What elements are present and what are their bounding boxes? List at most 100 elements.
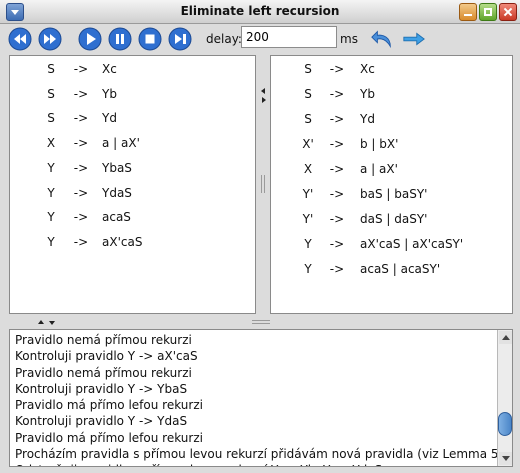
rule-row: X -> a | aX' xyxy=(10,136,255,152)
rule-arrow: -> xyxy=(329,87,345,101)
fast-forward-icon xyxy=(38,27,62,51)
undo-arrow-icon xyxy=(371,30,391,49)
rule-arrow: -> xyxy=(329,262,345,276)
log-line: Pravidlo má přímo lefou rekurzi xyxy=(15,430,203,445)
rule-row: Y -> aX'caS xyxy=(10,235,255,251)
next-step-button[interactable] xyxy=(402,27,428,51)
rule-lhs: S xyxy=(47,86,55,101)
rule-lhs: X' xyxy=(302,137,314,151)
rule-lhs: Y xyxy=(304,262,312,276)
rule-row: S -> Yb xyxy=(10,87,255,103)
scroll-thumb[interactable] xyxy=(498,412,512,436)
title-bar: Eliminate left recursion xyxy=(0,0,520,24)
rule-lhs: Y xyxy=(47,210,55,225)
close-button[interactable] xyxy=(499,3,517,21)
rule-rhs: acaS | acaSY' xyxy=(360,262,441,276)
rule-rhs: Yb xyxy=(102,86,117,101)
log-line: Pravidlo má přímo lefou rekurzi xyxy=(15,398,203,413)
rule-row: Y' -> daS | daSY' xyxy=(271,212,512,228)
rule-row: Y -> acaS | acaSY' xyxy=(271,262,512,278)
undo-button[interactable] xyxy=(370,27,396,51)
fast-forward-button[interactable] xyxy=(38,27,62,51)
window-title: Eliminate left recursion xyxy=(180,4,340,18)
rule-rhs: a | aX' xyxy=(360,162,398,176)
log-line: Procházím pravidla s přímou levou rekurz… xyxy=(15,447,513,462)
rule-arrow: -> xyxy=(73,86,89,101)
skip-end-button[interactable] xyxy=(168,27,192,51)
pause-button[interactable] xyxy=(108,27,132,51)
scroll-up-icon[interactable] xyxy=(499,331,512,344)
original-grammar-panel: S -> Xc S -> Yb S -> Yd X -> a | aX' Y -> YbaS Y -> YdaS Y… xyxy=(9,55,256,314)
rule-lhs: Y' xyxy=(302,187,314,201)
splitter-grip-icon xyxy=(252,320,270,324)
rule-rhs: aX'caS xyxy=(102,234,143,249)
rule-rhs: Xc xyxy=(102,62,117,76)
rewind-icon xyxy=(8,27,32,51)
rule-row: Y -> YbaS xyxy=(10,161,255,177)
rule-lhs: S xyxy=(47,111,55,126)
rule-lhs: X xyxy=(46,136,56,151)
rule-arrow: -> xyxy=(73,62,89,76)
play-button[interactable] xyxy=(78,27,102,51)
rule-arrow: -> xyxy=(73,234,89,249)
rule-rhs: acaS xyxy=(102,210,131,225)
rule-rhs: baS | baSY' xyxy=(360,187,428,201)
rule-lhs: S xyxy=(47,62,55,76)
rule-row: S -> Yd xyxy=(271,112,512,128)
stop-button[interactable] xyxy=(138,27,162,51)
rule-row: Y' -> baS | baSY' xyxy=(271,187,512,203)
rewind-button[interactable] xyxy=(8,27,32,51)
splitter-grip-icon xyxy=(261,175,265,193)
log-line: Odstraňuji pravidla s přímou levou rekur… xyxy=(15,462,495,466)
rule-lhs: S xyxy=(304,112,312,126)
log-line: Kontroluji pravidlo Y -> YbaS xyxy=(15,381,188,396)
log-line: Pravidlo nemá přímou rekurzi xyxy=(15,333,192,347)
collapse-left-icon[interactable] xyxy=(261,88,265,94)
log-line: Kontroluji pravidlo Y -> aX'caS xyxy=(15,349,198,364)
rule-rhs: aX'caS | aX'caSY' xyxy=(360,237,464,251)
rule-arrow: -> xyxy=(73,185,89,200)
result-grammar-panel: S -> Xc S -> Yb S -> Yd X' -> b | bX' X -> a | aX' Y' ->… xyxy=(270,55,513,314)
rule-row: S -> Xc xyxy=(10,62,255,78)
right-arrow-icon xyxy=(403,32,425,46)
collapse-up-icon[interactable] xyxy=(38,320,44,324)
rule-rhs: Yd xyxy=(102,111,117,126)
rule-lhs: Y xyxy=(47,234,55,249)
maximize-button[interactable] xyxy=(479,3,497,21)
rule-arrow: -> xyxy=(329,237,345,251)
toolbar: delay: ms xyxy=(0,24,520,54)
delay-label: delay: xyxy=(206,32,242,46)
rule-rhs: YdaS xyxy=(102,185,132,200)
log-scrollbar[interactable] xyxy=(497,330,512,466)
collapse-down-icon[interactable] xyxy=(49,321,55,325)
log-panel[interactable]: Pravidlo nemá přímou rekurzi Kontroluji p… xyxy=(9,329,513,467)
delay-input[interactable] xyxy=(241,26,337,48)
rule-lhs: Y xyxy=(47,185,55,200)
collapse-right-icon[interactable] xyxy=(262,97,266,103)
rule-arrow: -> xyxy=(329,162,345,176)
log-line: Pravidlo nemá přímou rekurzi xyxy=(15,365,192,380)
rule-rhs: Xc xyxy=(360,62,375,76)
rule-rhs: YbaS xyxy=(102,160,132,175)
rule-row: S -> Yb xyxy=(271,87,512,103)
skip-end-icon xyxy=(168,27,192,51)
ms-label: ms xyxy=(340,32,358,46)
rule-row: X -> a | aX' xyxy=(271,162,512,178)
rule-arrow: -> xyxy=(329,187,345,201)
rule-arrow: -> xyxy=(73,210,89,225)
rule-rhs: Yd xyxy=(360,112,375,126)
scroll-down-icon[interactable] xyxy=(499,452,512,465)
rule-lhs: S xyxy=(304,62,312,76)
rule-rhs: Yb xyxy=(360,87,375,101)
play-icon xyxy=(78,27,102,51)
rule-row: Y -> aX'caS | aX'caSY' xyxy=(271,237,512,253)
rule-arrow: -> xyxy=(73,111,89,126)
rule-rhs: b | bX' xyxy=(360,137,399,151)
minimize-button[interactable] xyxy=(459,3,477,21)
rule-row: Y -> YdaS xyxy=(10,186,255,202)
rule-row: Y -> acaS xyxy=(10,210,255,226)
vertical-splitter[interactable] xyxy=(257,55,269,314)
rule-arrow: -> xyxy=(329,62,345,76)
rule-lhs: Y' xyxy=(302,212,314,226)
horizontal-splitter[interactable] xyxy=(0,316,520,328)
